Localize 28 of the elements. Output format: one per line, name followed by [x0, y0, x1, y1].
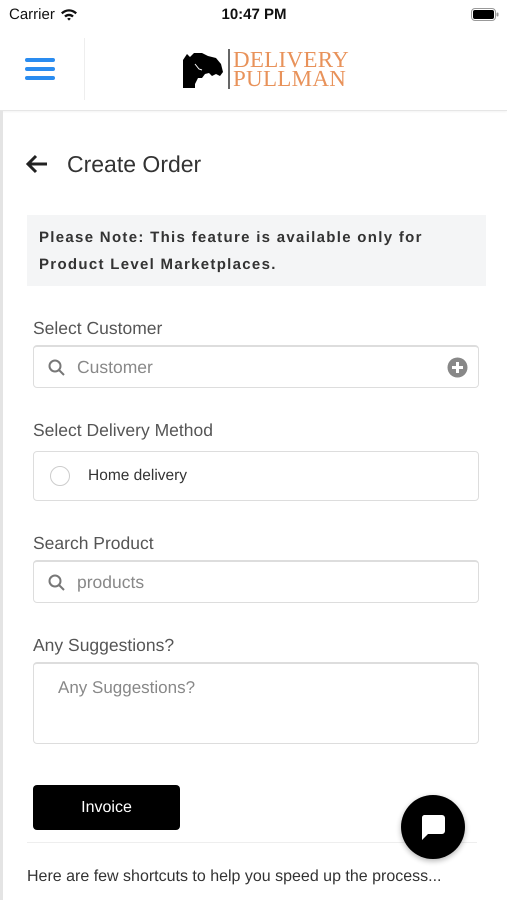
menu-icon — [24, 57, 54, 81]
radio-option[interactable]: Home delivery — [33, 451, 479, 501]
search-icon — [48, 574, 65, 590]
add-icon[interactable] — [447, 356, 468, 378]
field-label: Search Product — [33, 533, 155, 554]
logo-text: DELIVERY — [232, 50, 350, 69]
search-icon — [48, 358, 65, 376]
menu-button[interactable] — [24, 57, 54, 81]
info-note: Please Note: This feature is available only for Product Level Marketplaces. — [27, 215, 486, 286]
field-label: Any Suggestions? — [33, 635, 176, 656]
field-label: Select Customer — [33, 318, 164, 339]
radio-button[interactable] — [50, 466, 70, 486]
search-field[interactable]: Customer — [33, 345, 479, 388]
back-arrow-icon — [25, 154, 49, 174]
suggestions-field[interactable]: Any Suggestions? — [33, 662, 479, 744]
back-button[interactable] — [25, 154, 49, 174]
search-field[interactable]: products — [33, 560, 479, 603]
logo-text: PULLMAN — [232, 69, 346, 88]
status-time: 10:47 PM — [221, 6, 287, 22]
field-label: Select Delivery Method — [33, 420, 214, 441]
page-title: Create Order — [67, 150, 202, 178]
bull-icon — [182, 50, 225, 88]
chat-button[interactable] — [401, 795, 465, 859]
shortcuts-text: Here are few shortcuts to help you speed up the process... — [27, 868, 442, 886]
battery-icon — [471, 8, 500, 20]
invoice-button[interactable]: Invoice — [33, 785, 180, 830]
carrier-label: Carrier — [9, 6, 55, 22]
wifi-icon — [60, 8, 78, 20]
